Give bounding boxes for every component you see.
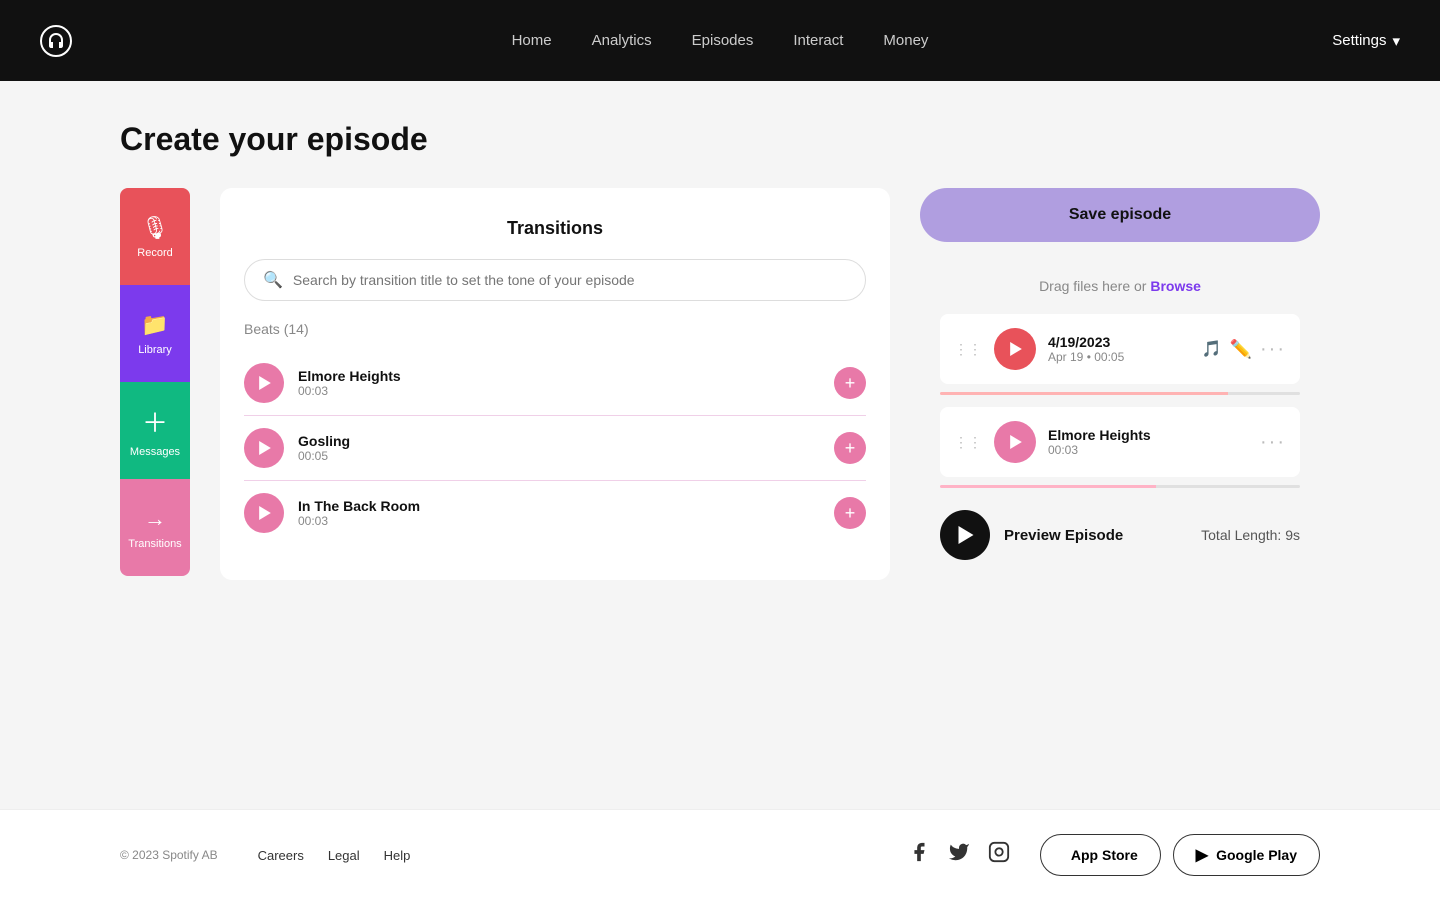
sidebar: 🎙 Record 📁 Library ＋ Messages → Transiti… [120,188,190,580]
settings-button[interactable]: Settings ▾ [1332,32,1400,50]
track-item: Gosling 00:05 + [244,416,866,481]
footer-copyright: © 2023 Spotify AB [120,848,218,862]
track-add-button[interactable]: + [834,432,866,464]
ep-track-sub: 00:03 [1048,443,1248,457]
track-name: Elmore Heights [298,368,820,384]
footer-social [908,841,1010,869]
more-options-icon[interactable]: ··· [1260,338,1286,361]
sidebar-item-messages[interactable]: ＋ Messages [120,382,190,479]
transitions-panel: Transitions 🔍 Beats (14) Elmore Heights … [220,188,890,580]
nav-money[interactable]: Money [883,32,928,49]
folder-icon: 📁 [141,312,168,338]
search-input[interactable] [293,272,847,288]
transitions-title: Transitions [244,218,866,239]
track-name: Gosling [298,433,820,449]
ep-play-button-elmore[interactable] [994,421,1036,463]
nav-analytics[interactable]: Analytics [592,32,652,49]
nav-links: Home Analytics Episodes Interact Money [512,32,929,49]
ep-track-sub: Apr 19 • 00:05 [1048,350,1190,364]
track-add-button[interactable]: + [834,367,866,399]
drop-zone: Drag files here or Browse [940,278,1300,294]
content-area: 🎙 Record 📁 Library ＋ Messages → Transiti… [120,188,1320,580]
right-panel: Save episode Drag files here or Browse ⋮… [920,188,1320,580]
arrow-right-icon: → [144,506,166,532]
track-play-button-elmore[interactable] [244,363,284,403]
sidebar-item-transitions[interactable]: → Transitions [120,479,190,576]
episode-track-elmore: ⋮⋮ Elmore Heights 00:03 ··· [940,407,1300,477]
episode-builder: Drag files here or Browse ⋮⋮ 4/19/2023 A… [920,258,1320,580]
episode-track-container: ⋮⋮ 4/19/2023 Apr 19 • 00:05 🎵 ✏️ ··· [940,314,1300,395]
music-note-icon: 🎵 [1202,339,1222,359]
footer-stores: App Store ▶ Google Play [1040,834,1320,876]
search-bar: 🔍 [244,259,866,301]
track-add-button[interactable]: + [834,497,866,529]
footer-links: Careers Legal Help [258,848,411,863]
nav-home[interactable]: Home [512,32,552,49]
ep-track-name: Elmore Heights [1048,427,1248,443]
track-play-button-backroom[interactable] [244,493,284,533]
edit-icon[interactable]: ✏️ [1230,339,1252,360]
episode-track-container: ⋮⋮ Elmore Heights 00:03 ··· [940,407,1300,488]
ep-track-name: 4/19/2023 [1048,334,1190,350]
app-store-button[interactable]: App Store [1040,834,1161,876]
search-icon: 🔍 [263,270,283,290]
total-length-label: Total Length: 9s [1201,527,1300,543]
nav-interact[interactable]: Interact [793,32,843,49]
drag-handle-icon[interactable]: ⋮⋮ [954,434,982,451]
track-duration: 00:03 [298,514,820,528]
episode-track-recorded: ⋮⋮ 4/19/2023 Apr 19 • 00:05 🎵 ✏️ ··· [940,314,1300,384]
preview-label: Preview Episode [1004,527,1187,544]
preview-bar: Preview Episode Total Length: 9s [940,500,1300,560]
chevron-down-icon: ▾ [1392,32,1400,50]
browse-link[interactable]: Browse [1150,278,1201,294]
track-name: In The Back Room [298,498,820,514]
ep-track-actions[interactable]: ··· [1260,431,1286,454]
sidebar-item-library[interactable]: 📁 Library [120,285,190,382]
footer-link-help[interactable]: Help [384,848,411,863]
microphone-icon: 🎙 [141,215,169,241]
navbar: Home Analytics Episodes Interact Money S… [0,0,1440,81]
ep-track-actions[interactable]: 🎵 ✏️ ··· [1202,338,1286,361]
episode-track-progress-bar [940,485,1300,488]
episode-track-progress-bar [940,392,1300,395]
plus-circle-icon: ＋ [142,403,168,440]
track-duration: 00:05 [298,449,820,463]
nav-episodes[interactable]: Episodes [692,32,754,49]
google-play-icon: ▶ [1196,845,1208,865]
preview-episode-button[interactable] [940,510,990,560]
track-duration: 00:03 [298,384,820,398]
logo [40,25,72,57]
footer-link-careers[interactable]: Careers [258,848,304,863]
google-play-button[interactable]: ▶ Google Play [1173,834,1320,876]
ep-play-button-recorded[interactable] [994,328,1036,370]
page-title: Create your episode [120,121,1320,158]
facebook-icon[interactable] [908,841,930,869]
beats-header: Beats (14) [244,321,866,337]
footer: © 2023 Spotify AB Careers Legal Help App… [0,809,1440,900]
more-options-icon[interactable]: ··· [1260,431,1286,454]
instagram-icon[interactable] [988,841,1010,869]
track-item: Elmore Heights 00:03 + [244,351,866,416]
track-play-button-gosling[interactable] [244,428,284,468]
track-item: In The Back Room 00:03 + [244,481,866,545]
footer-link-legal[interactable]: Legal [328,848,360,863]
main-content: Create your episode 🎙 Record 📁 Library ＋… [0,81,1440,809]
save-episode-button[interactable]: Save episode [920,188,1320,242]
drag-handle-icon[interactable]: ⋮⋮ [954,341,982,358]
sidebar-item-record[interactable]: 🎙 Record [120,188,190,285]
twitter-icon[interactable] [948,841,970,869]
